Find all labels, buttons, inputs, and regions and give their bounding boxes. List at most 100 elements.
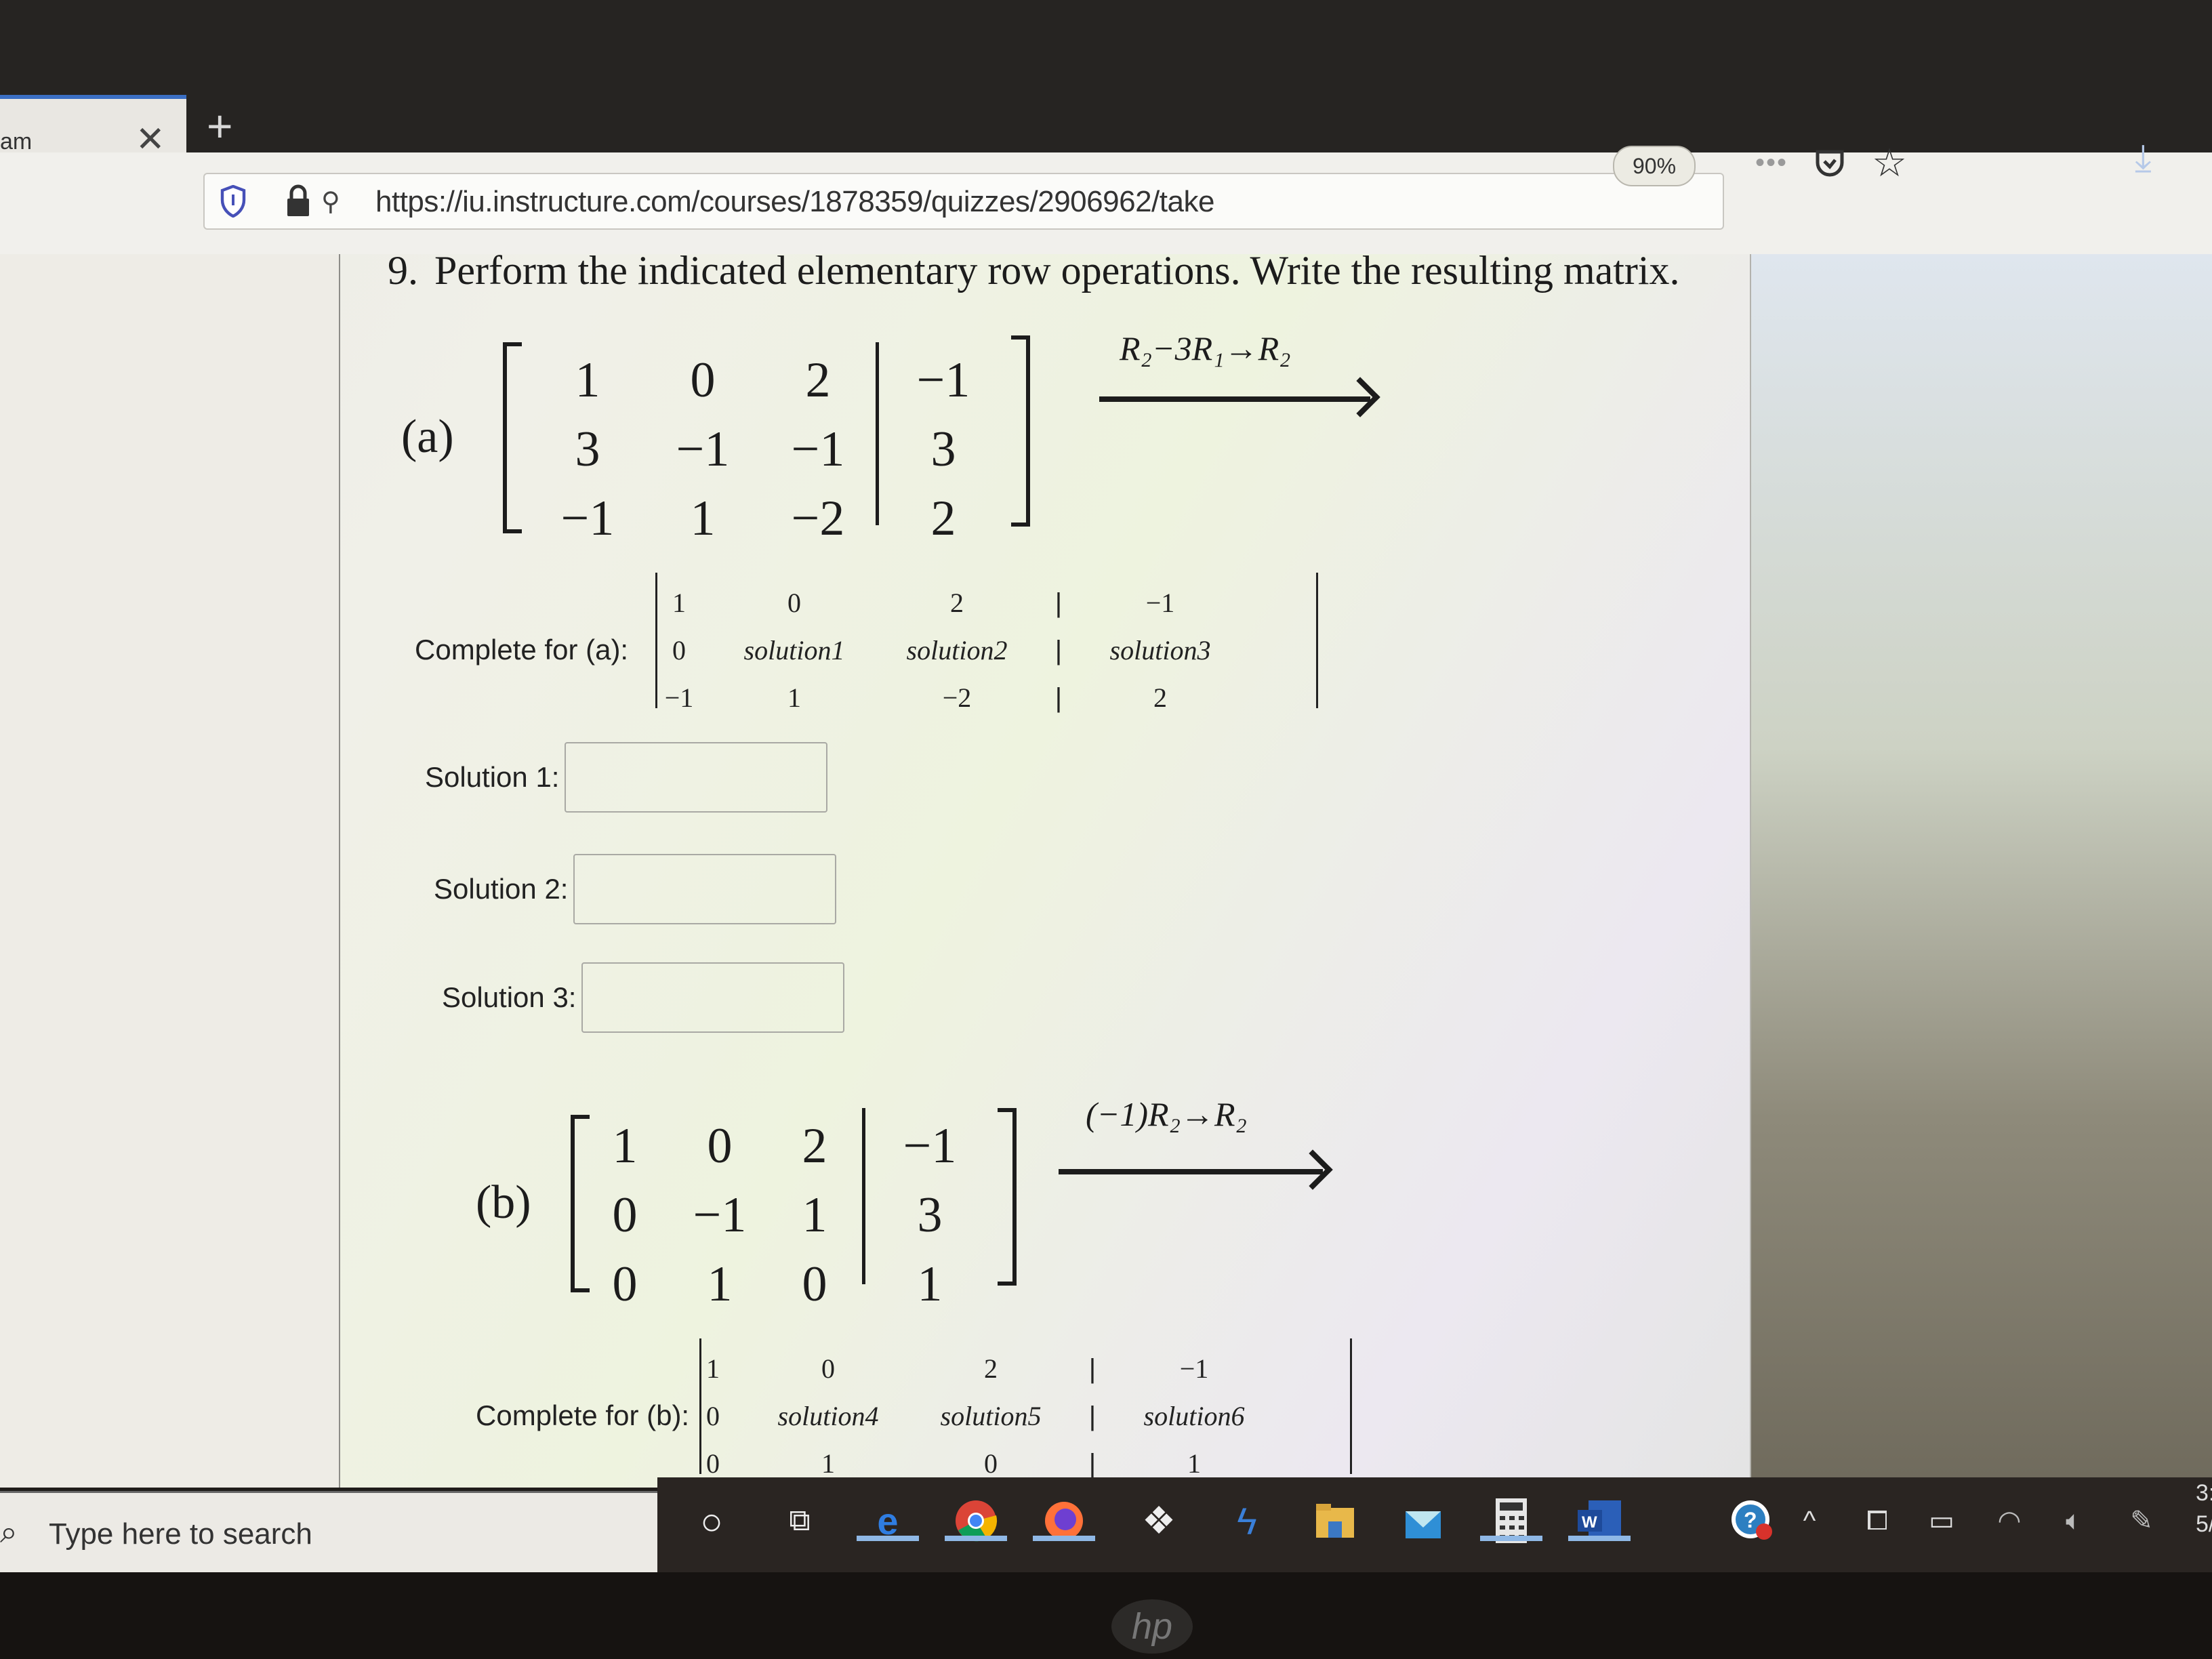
complete-a: Complete for (a): 1 0 2 | −1 0 solution1… [415, 573, 1364, 729]
matrix-cell: 2 [930, 491, 956, 546]
matrix-cell: −1 [1145, 588, 1175, 618]
taskbar: ○ ⧉ e ❖ ϟ W ? ^ ⧠ ▭ ◠ 🔈︎ ✎ 3: 5/ [657, 1477, 2212, 1572]
hp-logo-icon: hp [1111, 1599, 1193, 1654]
matrix-cell: 1 [707, 1256, 733, 1312]
part-b-label: (b) [476, 1176, 531, 1229]
solution4-placeholder: solution4 [777, 1401, 879, 1431]
solution1-placeholder: solution1 [743, 635, 845, 665]
matrix-cell: 1 [706, 1353, 720, 1384]
svg-text:?: ? [1744, 1508, 1757, 1532]
running-indicator [1033, 1536, 1095, 1541]
running-indicator [1480, 1536, 1542, 1541]
taskbar-search[interactable]: ⌕ Type here to search [0, 1491, 657, 1574]
chrome-icon[interactable] [945, 1494, 1007, 1548]
show-hidden-icons-icon[interactable]: ^ [1782, 1494, 1837, 1548]
task-view-icon[interactable]: ⧉ [773, 1494, 827, 1548]
file-explorer-icon[interactable] [1308, 1494, 1362, 1548]
matrix-cell: 2 [950, 588, 964, 618]
search-icon: ⌕ [0, 1514, 18, 1549]
matrix-separator: | [1088, 1354, 1097, 1384]
search-placeholder: Type here to search [49, 1517, 312, 1551]
zoom-level-badge[interactable]: 90% [1613, 146, 1696, 186]
mail-icon[interactable] [1396, 1494, 1450, 1548]
calculator-icon[interactable] [1480, 1494, 1542, 1548]
word-icon[interactable]: W [1568, 1494, 1631, 1548]
pocket-icon[interactable] [1814, 148, 1846, 180]
question-number: 9. [388, 248, 418, 293]
clock-time: 3: [2196, 1480, 2212, 1506]
help-icon[interactable]: ? [1725, 1494, 1779, 1548]
download-icon[interactable]: ⤓ [2135, 136, 2152, 181]
matrix-cell: −1 [664, 682, 694, 713]
edge-icon[interactable]: e [857, 1494, 919, 1548]
part-b-matrix: (b) 1 0 2 −1 0 −1 1 3 0 1 0 1 (−1)R₂→R₂ [476, 1094, 1492, 1312]
browser-tab-strip [0, 0, 2212, 156]
matrix-b-grid: 1 0 2 −1 0 −1 1 3 0 1 0 1 [577, 1115, 998, 1315]
running-indicator [857, 1536, 919, 1541]
pen-icon[interactable]: ✎ [2114, 1494, 2169, 1548]
quiz-content: 9. Perform the indicated elementary row o… [339, 248, 1751, 1488]
row-operation-label: R₂−3R₁→R₂ [1120, 329, 1291, 367]
solution-3-input[interactable] [581, 962, 845, 1033]
matrix-cell: 0 [707, 1118, 733, 1174]
laptop-bezel [0, 1572, 2212, 1659]
solution-1-input[interactable] [565, 742, 828, 813]
firefox-icon[interactable] [1033, 1494, 1095, 1548]
solution-2-input[interactable] [573, 854, 837, 924]
battery-icon[interactable]: ▭ [1914, 1494, 1969, 1548]
right-bracket [998, 1108, 1017, 1286]
matrix-cell: −2 [942, 682, 972, 713]
matrix-cell: −1 [693, 1187, 747, 1243]
url-text[interactable]: https://iu.instructure.com/courses/18783… [375, 185, 1214, 219]
matrix-cell: 1 [575, 352, 600, 408]
cortana-icon[interactable]: ○ [684, 1494, 739, 1548]
matrix-cell: 0 [821, 1353, 835, 1384]
matrix-a-grid: 1 0 2 −1 3 −1 −1 3 −1 1 −2 2 [530, 349, 1011, 550]
matrix-cell: 3 [917, 1187, 943, 1243]
augment-bar [862, 1108, 865, 1284]
matrix-cell: 2 [805, 352, 831, 408]
solution5-placeholder: solution5 [940, 1401, 1042, 1431]
row-operation-label: (−1)R₂→R₂ [1086, 1095, 1247, 1133]
permissions-icon[interactable]: ⚲ [321, 186, 340, 216]
page-gutter [0, 254, 339, 1488]
quiz-page: 9. Perform the indicated elementary row o… [0, 248, 2212, 1488]
tray-app-icon[interactable]: ⧠ [1850, 1494, 1904, 1548]
matrix-separator: | [1088, 1401, 1097, 1431]
complete-a-grid: 1 0 2 | −1 0 solution1 solution2 | solut… [645, 579, 1242, 722]
more-icon[interactable]: ••• [1755, 148, 1788, 178]
star-icon[interactable]: ☆ [1872, 140, 1907, 186]
solution6-placeholder: solution6 [1143, 1401, 1245, 1431]
complete-b-label: Complete for (b): [476, 1399, 690, 1431]
address-bar[interactable]: ⚲ https://iu.instructure.com/courses/187… [203, 173, 1724, 230]
matrix-right-bar [1350, 1338, 1352, 1474]
matrix-cell: 2 [802, 1118, 827, 1174]
complete-b-grid: 1 0 2 | −1 0 solution4 solution5 | solut… [679, 1345, 1275, 1488]
solution-1-row: Solution 1: [425, 742, 828, 813]
dropbox-icon[interactable]: ❖ [1132, 1494, 1186, 1548]
matrix-separator: | [1054, 588, 1063, 618]
matrix-cell: 0 [612, 1187, 638, 1243]
app-icon[interactable]: ϟ [1220, 1494, 1274, 1548]
matrix-cell: 1 [612, 1118, 638, 1174]
clock-date: 5/ [2196, 1511, 2212, 1537]
tab-title: am [0, 129, 33, 155]
matrix-cell: 2 [984, 1353, 998, 1384]
matrix-cell: 0 [706, 1401, 720, 1431]
wifi-icon[interactable]: ◠ [1982, 1494, 2036, 1548]
matrix-cell: 1 [917, 1256, 943, 1312]
matrix-cell: −2 [791, 491, 845, 546]
running-indicator [945, 1536, 1007, 1541]
matrix-cell: 3 [930, 422, 956, 477]
matrix-cell: 0 [690, 352, 716, 408]
volume-icon[interactable]: 🔈︎ [2047, 1494, 2101, 1548]
right-bracket [1011, 335, 1030, 527]
matrix-right-bar [1316, 573, 1318, 708]
solution-3-label: Solution 3: [442, 981, 577, 1013]
question-title: 9. Perform the indicated elementary row o… [388, 247, 1680, 294]
matrix-cell: −1 [676, 422, 730, 477]
shield-icon[interactable] [220, 185, 247, 218]
new-tab-icon[interactable]: + [207, 100, 233, 152]
lock-icon[interactable] [285, 184, 312, 218]
clock[interactable]: 3: 5/ [2196, 1477, 2212, 1540]
